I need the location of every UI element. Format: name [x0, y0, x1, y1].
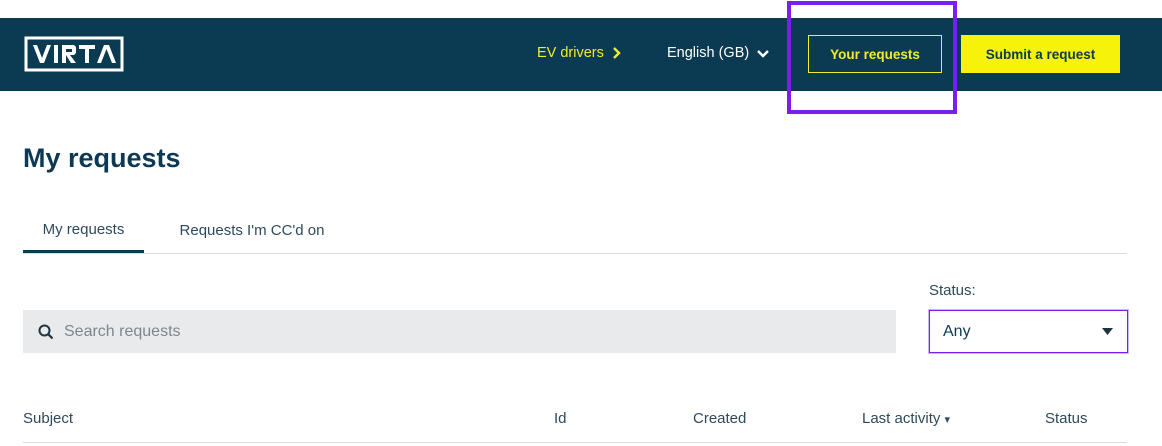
search-icon — [38, 324, 54, 339]
chevron-right-icon — [613, 47, 621, 59]
page-title: My requests — [23, 143, 181, 173]
column-header-last-activity[interactable]: Last activity ▾ — [862, 410, 950, 427]
caret-down-icon — [1102, 328, 1113, 335]
column-header-id[interactable]: Id — [554, 410, 567, 427]
status-select[interactable]: Any — [929, 310, 1128, 353]
sort-indicator-icon: ▾ — [944, 414, 951, 426]
request-tabs: My requests Requests I'm CC'd on — [23, 208, 1127, 254]
requests-table-header: Subject Id Created Last activity ▾ Statu… — [23, 397, 1127, 443]
status-filter-label: Status: — [929, 282, 976, 299]
search-input[interactable] — [64, 322, 864, 341]
your-requests-button[interactable]: Your requests — [808, 35, 942, 73]
submit-request-button[interactable]: Submit a request — [961, 35, 1120, 73]
column-header-created[interactable]: Created — [693, 410, 746, 427]
language-label: English (GB) — [667, 45, 750, 61]
tab-my-requests[interactable]: My requests — [23, 208, 144, 253]
column-header-subject[interactable]: Subject — [23, 410, 73, 427]
last-activity-label: Last activity — [862, 410, 941, 427]
ev-drivers-label: EV drivers — [537, 45, 604, 61]
tab-cc-requests[interactable]: Requests I'm CC'd on — [164, 208, 340, 253]
status-select-value: Any — [943, 322, 971, 340]
virta-logo[interactable] — [24, 36, 124, 72]
search-box[interactable] — [23, 310, 896, 353]
top-navigation-bar: EV drivers English (GB) Your requests Su… — [0, 18, 1162, 91]
ev-drivers-link[interactable]: EV drivers — [537, 45, 621, 61]
column-header-status[interactable]: Status — [1045, 410, 1088, 427]
language-selector[interactable]: English (GB) — [667, 45, 770, 61]
chevron-down-icon — [757, 49, 770, 58]
